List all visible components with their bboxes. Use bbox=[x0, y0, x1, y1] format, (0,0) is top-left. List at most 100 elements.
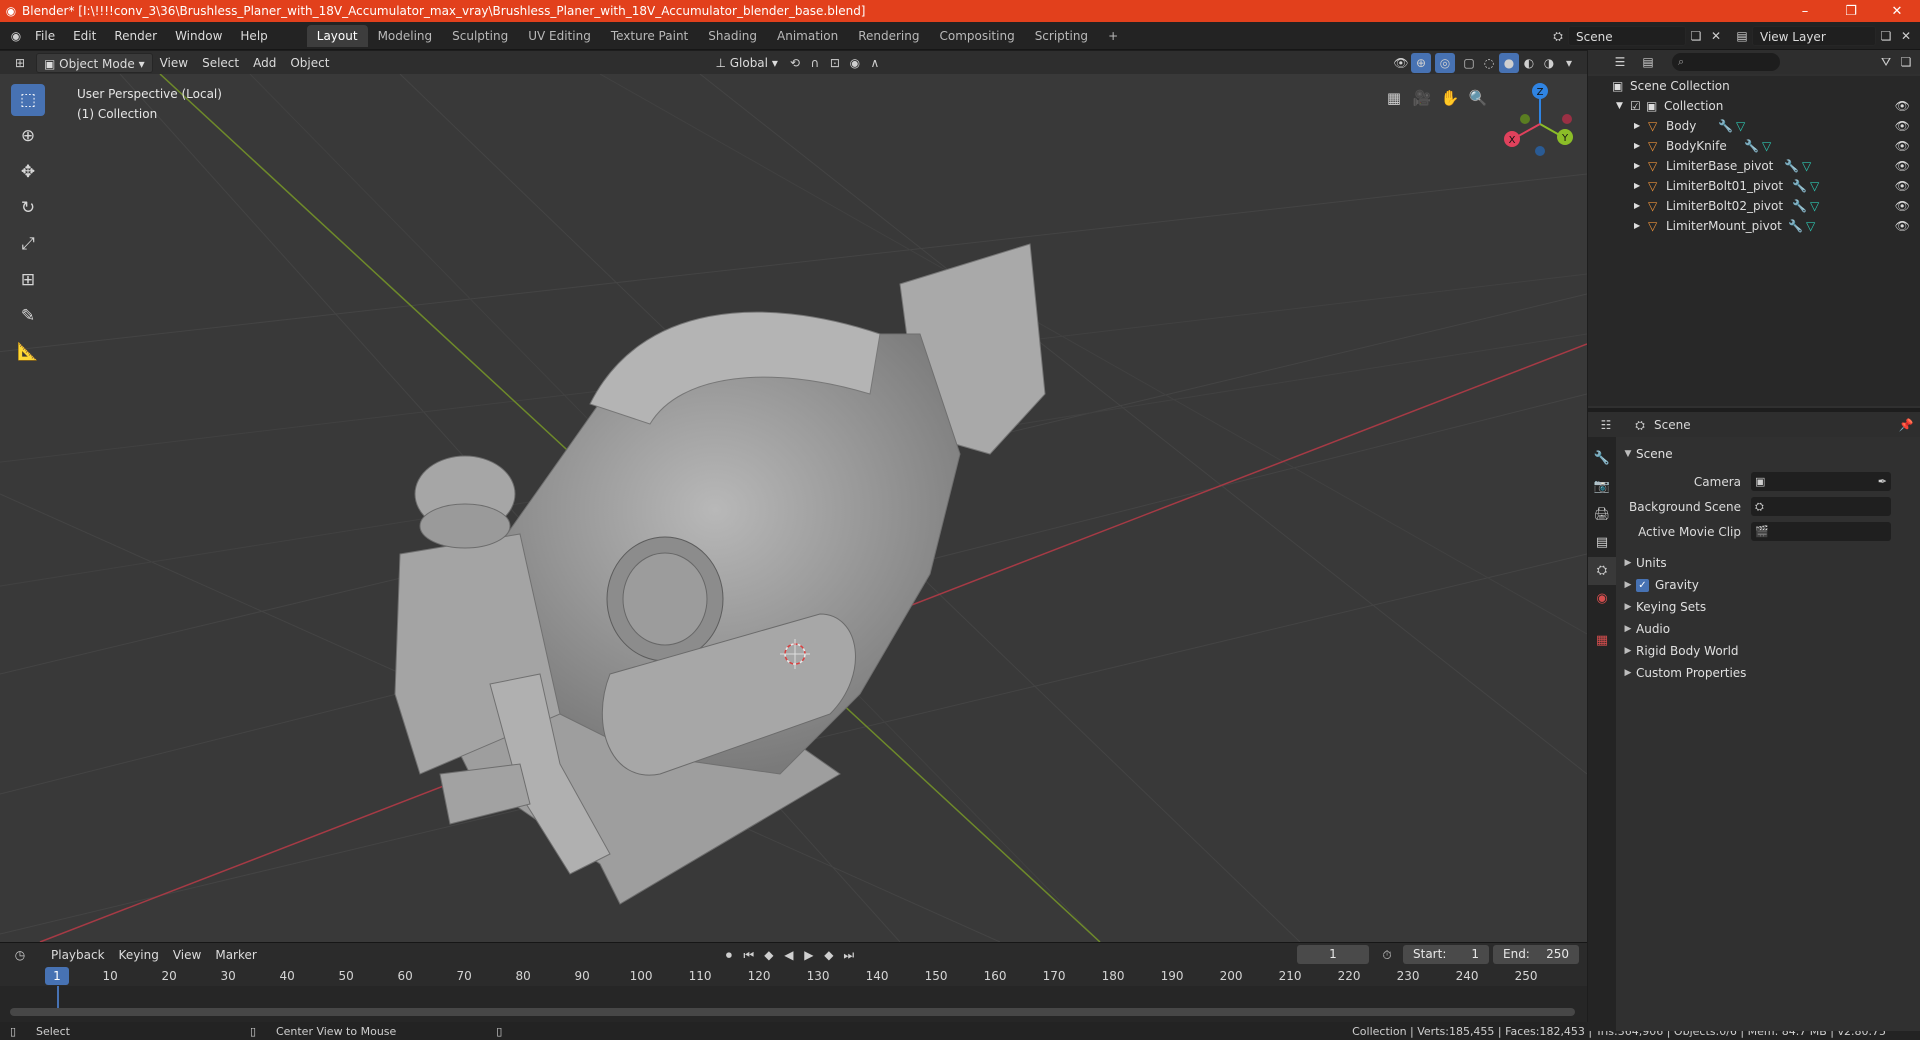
mesh-data-icon[interactable]: ▽ bbox=[1802, 156, 1811, 176]
outliner-object-limitermount[interactable]: ▶ ▽ LimiterMount_pivot 🔧 ▽ 👁 bbox=[1588, 216, 1920, 236]
current-frame-indicator[interactable]: 1 bbox=[45, 967, 69, 985]
active-movie-clip-field[interactable]: 🎬 bbox=[1751, 522, 1891, 541]
overlays-icon[interactable]: ◎ bbox=[1435, 52, 1455, 73]
menu-view[interactable]: View bbox=[153, 53, 195, 73]
eye-icon[interactable]: 👁 bbox=[1895, 96, 1910, 116]
grid-view-icon[interactable]: ▦ bbox=[1380, 84, 1408, 112]
view-layer-selector[interactable]: View Layer bbox=[1752, 25, 1876, 46]
prev-keyframe-icon[interactable]: ◆ bbox=[759, 945, 779, 965]
restore-button[interactable]: ❐ bbox=[1828, 4, 1874, 19]
zoom-icon[interactable]: 🔍 bbox=[1464, 84, 1492, 112]
eyedropper-icon[interactable]: ✒ bbox=[1878, 475, 1891, 488]
menu-timeline-view[interactable]: View bbox=[166, 945, 208, 965]
scene-new-icon[interactable]: ❏ bbox=[1686, 26, 1706, 46]
eye-icon[interactable]: 👁 bbox=[1895, 176, 1910, 196]
start-frame-field[interactable]: Start: 1 bbox=[1403, 945, 1489, 964]
menu-playback[interactable]: Playback bbox=[44, 945, 112, 965]
tab-uv-editing[interactable]: UV Editing bbox=[518, 25, 601, 47]
scene-icon[interactable]: ⛭ bbox=[1548, 26, 1568, 46]
expand-arrow-icon[interactable]: ▶ bbox=[1634, 116, 1648, 136]
annotate-tool-icon[interactable]: ✎ bbox=[11, 300, 45, 332]
cursor-tool-icon[interactable]: ⊕ bbox=[11, 120, 45, 152]
panel-units[interactable]: ▶ Units bbox=[1616, 552, 1920, 574]
timeline-scrollbar[interactable] bbox=[10, 1008, 1575, 1016]
tab-compositing[interactable]: Compositing bbox=[929, 25, 1024, 47]
panel-scene[interactable]: ▼ Scene bbox=[1616, 443, 1920, 465]
background-scene-field[interactable]: ⛭ bbox=[1751, 497, 1891, 516]
outliner-collection[interactable]: ▼ ☑ ▣ Collection 👁 bbox=[1588, 96, 1920, 116]
transform-tool-icon[interactable]: ⊞ bbox=[11, 264, 45, 296]
tab-sculpting[interactable]: Sculpting bbox=[442, 25, 518, 47]
outliner-search-input[interactable]: ⌕ bbox=[1672, 53, 1780, 71]
select-box-tool-icon[interactable]: ⬚ bbox=[11, 84, 45, 116]
outliner-scene-collection[interactable]: ▣ Scene Collection bbox=[1588, 76, 1920, 96]
end-frame-field[interactable]: End: 250 bbox=[1493, 945, 1579, 964]
tab-rendering[interactable]: Rendering bbox=[848, 25, 929, 47]
menu-object[interactable]: Object bbox=[283, 53, 336, 73]
3d-viewport[interactable]: ⬚ ⊕ ✥ ↻ ⤢ ⊞ ✎ 📐 User Perspective (Local)… bbox=[0, 74, 1587, 942]
tab-world-icon[interactable]: ◉ bbox=[1588, 585, 1616, 613]
timeline-editor-icon[interactable]: ◷ bbox=[10, 945, 30, 965]
view-layer-new-icon[interactable]: ❏ bbox=[1876, 26, 1896, 46]
expand-arrow-icon[interactable]: ▼ bbox=[1616, 96, 1630, 116]
planer-model[interactable] bbox=[394, 243, 1046, 905]
display-mode-icon[interactable]: ▤ bbox=[1638, 52, 1658, 72]
scale-tool-icon[interactable]: ⤢ bbox=[11, 228, 45, 260]
tab-texture-icon[interactable]: ▦ bbox=[1588, 627, 1616, 655]
modifier-wrench-icon[interactable]: 🔧 bbox=[1744, 136, 1762, 156]
menu-help[interactable]: Help bbox=[231, 22, 276, 50]
move-tool-icon[interactable]: ✥ bbox=[11, 156, 45, 188]
outliner-object-body[interactable]: ▶ ▽ Body 🔧 ▽ 👁 bbox=[1588, 116, 1920, 136]
shading-material-icon[interactable]: ◐ bbox=[1519, 53, 1539, 73]
modifier-wrench-icon[interactable]: 🔧 bbox=[1788, 216, 1806, 236]
modifier-wrench-icon[interactable]: 🔧 bbox=[1784, 156, 1802, 176]
shading-solid-icon[interactable]: ● bbox=[1499, 52, 1519, 73]
proportional-edit-icon[interactable]: ◉ bbox=[845, 53, 865, 73]
tab-scripting[interactable]: Scripting bbox=[1025, 25, 1098, 47]
panel-custom-properties[interactable]: ▶ Custom Properties bbox=[1616, 662, 1920, 684]
mesh-data-icon[interactable]: ▽ bbox=[1762, 136, 1771, 156]
menu-keying[interactable]: Keying bbox=[112, 945, 166, 965]
tab-texture-paint[interactable]: Texture Paint bbox=[601, 25, 698, 47]
stopwatch-icon[interactable]: ⏱ bbox=[1377, 945, 1397, 965]
scene-remove-icon[interactable]: ✕ bbox=[1706, 26, 1726, 46]
outliner-object-limiterbolt02[interactable]: ▶ ▽ LimiterBolt02_pivot 🔧 ▽ 👁 bbox=[1588, 196, 1920, 216]
tab-animation[interactable]: Animation bbox=[767, 25, 848, 47]
outliner-object-limiterbase[interactable]: ▶ ▽ LimiterBase_pivot 🔧 ▽ 👁 bbox=[1588, 156, 1920, 176]
eye-icon[interactable]: 👁 bbox=[1895, 156, 1910, 176]
next-keyframe-icon[interactable]: ◆ bbox=[819, 945, 839, 965]
eye-icon[interactable]: 👁 bbox=[1895, 196, 1910, 216]
play-icon[interactable]: ▶ bbox=[799, 945, 819, 965]
modifier-wrench-icon[interactable]: 🔧 bbox=[1718, 116, 1736, 136]
blender-menu-icon[interactable]: ◉ bbox=[6, 26, 26, 46]
tab-tool-icon[interactable]: 🔧 bbox=[1588, 445, 1616, 473]
jump-start-icon[interactable]: ⏮ bbox=[739, 945, 759, 965]
modifier-wrench-icon[interactable]: 🔧 bbox=[1792, 196, 1810, 216]
snap-icon[interactable]: ∩ bbox=[805, 53, 825, 73]
current-frame-field[interactable]: 1 bbox=[1297, 945, 1369, 964]
frame-ruler[interactable]: 1 10 20 30 40 50 60 70 80 90 100 110 120 130 140 150 16… bbox=[0, 966, 1587, 986]
expand-arrow-icon[interactable]: ▶ bbox=[1634, 136, 1648, 156]
close-button[interactable]: ✕ bbox=[1874, 4, 1920, 19]
collection-checkbox[interactable]: ☑ bbox=[1630, 96, 1646, 116]
falloff-icon[interactable]: ∧ bbox=[865, 53, 885, 73]
gizmo-toggle-icon[interactable]: ⊕ bbox=[1411, 52, 1431, 73]
expand-arrow-icon[interactable]: ▶ bbox=[1634, 176, 1648, 196]
tab-layout[interactable]: Layout bbox=[306, 24, 368, 47]
camera-view-icon[interactable]: 🎥 bbox=[1408, 84, 1436, 112]
outliner-object-limiterbolt01[interactable]: ▶ ▽ LimiterBolt01_pivot 🔧 ▽ 👁 bbox=[1588, 176, 1920, 196]
expand-arrow-icon[interactable]: ▶ bbox=[1634, 156, 1648, 176]
menu-file[interactable]: File bbox=[26, 22, 64, 50]
menu-edit[interactable]: Edit bbox=[64, 22, 105, 50]
expand-arrow-icon[interactable]: ▶ bbox=[1634, 216, 1648, 236]
mesh-data-icon[interactable]: ▽ bbox=[1806, 216, 1815, 236]
camera-field[interactable]: ▣ ✒ bbox=[1751, 472, 1891, 491]
pivot-point-icon[interactable]: ⟲ bbox=[785, 53, 805, 73]
eye-icon[interactable]: 👁 bbox=[1895, 216, 1910, 236]
timeline-area[interactable]: 1 10 20 30 40 50 60 70 80 90 100 110 120 130 140 150 16… bbox=[0, 966, 1587, 1022]
gravity-checkbox[interactable]: ✓ bbox=[1636, 578, 1649, 592]
menu-window[interactable]: Window bbox=[166, 22, 231, 50]
tab-view-layer-icon[interactable]: ▤ bbox=[1588, 529, 1616, 557]
xray-icon[interactable]: ▢ bbox=[1459, 53, 1479, 73]
pan-hand-icon[interactable]: ✋ bbox=[1436, 84, 1464, 112]
